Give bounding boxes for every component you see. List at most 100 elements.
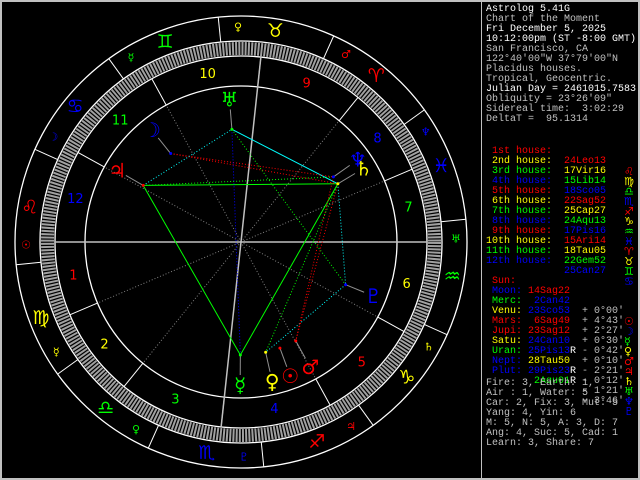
sign-pisces-icon: ♓ — [433, 155, 450, 177]
house-cusp-line — [123, 362, 144, 387]
house-row: 2nd house: 17Vir16 ♍ — [486, 147, 638, 188]
house-cusp-dotted-line — [142, 241, 242, 364]
aspect-line-saturn-venus — [265, 183, 339, 353]
sign-gemini-icon: ♊ — [157, 31, 174, 53]
sign-boundary — [217, 17, 222, 43]
sign-aries-icon: ♈ — [368, 65, 385, 87]
sign-ruler-icon: ♇ — [239, 450, 249, 463]
planet-point-pluto — [344, 283, 348, 287]
aspect-line-jupiter-mercury — [142, 185, 241, 356]
house-row: 9th house: 15Ari14 ♈ — [486, 217, 638, 258]
sign-ruler-icon: ☿ — [53, 346, 60, 359]
house-cusp-dotted-line — [240, 180, 385, 243]
planet-row: Venu: 6Sag49 + 0°30' ♀ — [486, 297, 638, 358]
chart-wheel[interactable]: ♈♂♉♀♊☿♋☽♌☉♍☿♎♀♏ ♇♐♃♑♄♒♅♓♆123456789101112☉… — [2, 2, 482, 480]
planet-row: Moon: 2Can42 + 4°43' ☽ — [486, 277, 638, 338]
house-row: 1st house: 24Leo13 ♌ — [486, 137, 638, 178]
house-row: 3rd house: 15Lib14 ♎ — [486, 157, 638, 198]
sign-virgo-icon: ♍ — [32, 307, 49, 329]
panel-divider — [481, 2, 482, 478]
sign-libra-icon: ♎ — [97, 397, 114, 419]
house-number: 7 — [404, 200, 412, 215]
planet-row: Mars: 23Sag12 - 0°42' ♂ — [486, 307, 638, 368]
planet-row: Merc: 23Sco53 + 2°27' ☿ — [486, 287, 638, 348]
house-row: 5th house: 22Sag52 ♐ — [486, 177, 638, 218]
sign-ruler-icon: ♅ — [451, 233, 461, 246]
sign-boundary — [57, 359, 79, 375]
jupiter-icon: ♃ — [108, 158, 126, 182]
mercury-icon: ☿ — [234, 373, 246, 397]
planet-point-saturn — [336, 182, 340, 186]
planet-point-venus — [264, 350, 268, 354]
house-number: 12 — [67, 192, 84, 207]
sign-ruler-icon: ♃ — [346, 420, 356, 433]
house-number: 2 — [100, 337, 108, 352]
delta-t: DeltaT = 95.1314 — [486, 114, 589, 125]
pluto-icon: ♇ — [624, 405, 634, 418]
house-label: 12th house: — [486, 256, 553, 267]
mars-icon: ♂ — [301, 355, 319, 379]
summary-line: Learn: 3, Share: 7 — [486, 438, 595, 449]
house-number: 8 — [373, 132, 381, 147]
sign-sagittarius-icon: ♐ — [308, 431, 325, 453]
sun-icon: ☉ — [281, 364, 299, 388]
house-row: 7th house: 24Aqu13 ♒ — [486, 197, 638, 238]
sign-boundary — [322, 35, 335, 59]
planet-point-mars — [294, 339, 298, 343]
house-cusp-line — [338, 97, 359, 122]
planet-row: Uran: 28Tau50 R - 0°12' ♅ — [486, 337, 638, 398]
aspect-line-uranus-pluto — [231, 129, 347, 285]
sign-scorpio-icon: ♏ — [198, 442, 215, 464]
planet-pointer — [337, 173, 356, 185]
sign-ruler-icon: ♂ — [341, 48, 351, 61]
sign-boundary — [16, 261, 42, 266]
sign-ruler-icon: ☉ — [21, 238, 31, 251]
house-number: 3 — [171, 392, 179, 407]
house-cusp-line — [77, 152, 105, 168]
house-number: 1 — [69, 269, 77, 284]
house-cusp-line — [69, 302, 98, 316]
astrolog-window: ♈ ♂ ♉ ♀ ♊ ☿ ♋ ☽ ♌ ☉ ♍ ☿ ♎ ♀ ♏ ♇ ♐ ♃ ♑ ♄ ♒ ♅ ♓ ♆ 1 2 3 4 5 6 7 8 9 10 11 12 ☉… — [0, 0, 640, 480]
planet-row: Nept: 29Pis23 R - 1°21' ♆ — [486, 347, 638, 408]
sign-boundary — [424, 323, 448, 336]
sign-leo-icon: ♌ — [21, 197, 38, 219]
house-cusp-line — [384, 168, 413, 182]
planet-point-neptune — [331, 175, 335, 179]
planet-label: Plut: — [492, 366, 523, 377]
planet-row: Jupi: 24Can10 R + 0°10' ♃ — [486, 317, 638, 378]
sign-boundary — [34, 148, 58, 161]
planet-pointer — [333, 164, 351, 178]
planet-row: Satu: 25Pis13 - 2°21' ♄ — [486, 327, 638, 388]
sign-boundary — [440, 218, 466, 223]
house-row: 12th house: 25Can27 ♋ — [486, 247, 638, 288]
pluto-icon: ♇ — [364, 284, 382, 308]
house-row: 8th house: 17Pis16 ♓ — [486, 207, 638, 248]
planet-row: Plut: 2Aqu01 - 3°46' ♇ — [486, 357, 638, 418]
planet-pointer — [125, 174, 144, 186]
house-number: 11 — [112, 113, 129, 128]
house-number: 10 — [199, 67, 216, 82]
aspect-line-moon-saturn — [170, 153, 338, 185]
aspect-line-jupiter-saturn — [143, 183, 338, 186]
sign-cancer-icon: ♋ — [67, 96, 84, 118]
sign-ruler-icon: ☽ — [48, 131, 58, 144]
aspect-line-saturn-pluto — [337, 183, 347, 285]
planet-point-moon — [169, 152, 173, 156]
uranus-icon: ♅ — [221, 87, 239, 111]
house-number: 5 — [358, 356, 366, 371]
sign-aquarius-icon: ♒ — [444, 265, 461, 287]
neptune-icon: ♆ — [349, 148, 367, 172]
planet-point-mercury — [238, 353, 242, 357]
sign-taurus-icon: ♉ — [267, 20, 284, 42]
house-cusp-line — [377, 316, 405, 332]
venus-icon: ♀ — [265, 370, 280, 394]
sign-boundary — [108, 58, 124, 80]
house-cusp-line — [151, 78, 167, 106]
planet-pointer — [345, 284, 365, 293]
sign-ruler-icon: ♄ — [424, 340, 434, 353]
sign-boundary — [358, 404, 374, 426]
house-row: 10th house: 18Tau05 ♉ — [486, 227, 638, 268]
planet-point-sun — [278, 346, 282, 350]
sign-boundary — [147, 425, 160, 449]
aspect-line-pluto-venus — [265, 284, 346, 353]
